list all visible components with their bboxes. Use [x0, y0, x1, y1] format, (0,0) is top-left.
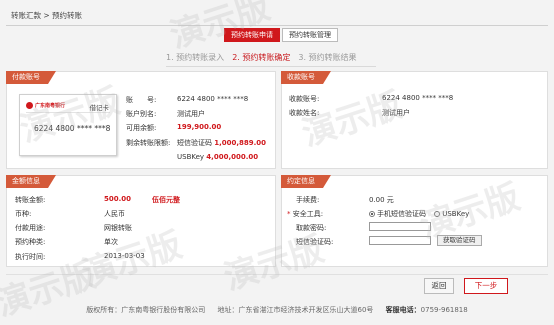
exec-time-label: 执行时间:	[15, 253, 46, 261]
method-label: 付款用途:	[15, 224, 46, 232]
payer-limit-label: 剩余转账限额:	[126, 139, 171, 147]
currency-value: 人民币	[104, 210, 125, 218]
bank-logo: 广东南粤银行	[26, 101, 82, 110]
card-number: 6224 4800 **** ***8	[34, 124, 111, 133]
payee-account-value: 6224 4800 **** ***8	[382, 94, 454, 102]
type-label: 预约种类:	[15, 238, 46, 246]
payer-balance-value: 199,900.00	[177, 123, 222, 131]
required-asterisk: *	[287, 210, 291, 218]
sms-code-label: 短信验证码:	[296, 238, 334, 246]
payer-balance-label: 可用余额:	[126, 124, 157, 132]
exec-time-value: 2013-03-03	[104, 252, 145, 260]
fee-label: 手续费:	[296, 196, 320, 204]
transfer-amount-label: 转账金额:	[15, 196, 46, 204]
limit-usbkey-label: USBKey	[177, 153, 205, 161]
payee-name-label: 收款姓名:	[289, 109, 320, 117]
step-1: 1. 预约转账录入	[166, 53, 225, 62]
bank-card: 广东南粤银行 借记卡 6224 4800 **** ***8	[19, 94, 117, 156]
step-indicator: 1. 预约转账录入 2. 预约转账确定 3. 预约转账结果	[166, 52, 365, 63]
tool-option-sms-label: 手机短信验证码	[377, 210, 426, 218]
currency-label: 币种:	[15, 210, 32, 218]
password-input[interactable]	[369, 222, 431, 231]
payee-panel: 收款账号 收款账号: 6224 4800 **** ***8 收款姓名: 测试用…	[281, 71, 548, 169]
bank-logo-name: 广东南粤银行	[35, 103, 66, 109]
amount-panel-title: 金额信息	[6, 175, 56, 188]
bank-logo-icon	[26, 102, 33, 109]
footer-hotline-label: 客服电话：	[385, 306, 421, 314]
card-divider	[26, 112, 110, 113]
type-value: 单次	[104, 238, 118, 246]
tab-manage[interactable]: 预约转账管理	[282, 28, 338, 42]
get-sms-code-button[interactable]: 获取验证码	[437, 235, 482, 246]
radio-selected-icon[interactable]	[369, 211, 375, 217]
footer: 版权所有：广东南粤银行股份有限公司 地址：广东省湛江市经济技术开发区乐山大道60…	[0, 305, 554, 315]
payee-name-value: 测试用户	[382, 109, 410, 117]
actions-divider	[6, 274, 548, 275]
payer-account-value: 6224 4800 **** ***8	[177, 95, 249, 103]
payer-panel: 付款账号 广东南粤银行 借记卡 6224 4800 **** ***8 账 号:…	[6, 71, 276, 169]
next-button[interactable]: 下一步	[464, 278, 508, 294]
tab-apply[interactable]: 预约转账申请	[224, 28, 280, 42]
limit-sms-value: 1,000,889.00	[214, 139, 267, 147]
limit-usbkey-value: 4,000,000.00	[206, 153, 259, 161]
tool-option-usbkey-label: USBKey	[442, 210, 470, 218]
payee-account-label: 收款账号:	[289, 95, 320, 103]
steps-divider	[166, 66, 376, 67]
footer-address: 地址：广东省湛江市经济技术开发区乐山大道60号	[217, 306, 374, 314]
password-label: 取款密码:	[296, 224, 327, 232]
tool-option-sms[interactable]: 手机短信验证码	[369, 210, 428, 218]
tab-bar: 预约转账申请 预约转账管理	[224, 28, 340, 42]
limit-sms-label: 短信验证码	[177, 139, 212, 147]
back-button[interactable]: 返回	[424, 278, 454, 294]
top-divider	[6, 25, 548, 26]
transfer-amount-value: 500.00	[104, 195, 132, 203]
verify-panel: 约定信息 手续费: 0.00 元 * 安全工具: 手机短信验证码 USBKey …	[281, 175, 548, 267]
radio-icon[interactable]	[434, 211, 441, 217]
transfer-amount-caps: 伍佰元整	[152, 196, 180, 204]
verify-panel-title: 约定信息	[281, 175, 331, 188]
sms-code-input[interactable]	[369, 236, 431, 245]
payee-panel-title: 收款账号	[281, 71, 331, 84]
payer-alias-value: 测试用户	[177, 110, 205, 118]
footer-hotline-value: 0759-961818	[420, 306, 468, 314]
step-3: 3. 预约转账结果	[298, 53, 357, 62]
step-2: 2. 预约转账确定	[232, 53, 291, 62]
fee-value: 0.00 元	[369, 196, 394, 204]
card-type: 借记卡	[89, 104, 110, 112]
payer-panel-title: 付款账号	[6, 71, 56, 84]
payer-account-label: 账 号:	[126, 96, 157, 104]
breadcrumb: 转账汇款 > 预约转账	[11, 11, 83, 20]
amount-panel: 金额信息 转账金额: 500.00 伍佰元整 币种: 人民币 付款用途: 网银转…	[6, 175, 276, 267]
tool-label: 安全工具:	[292, 210, 324, 218]
footer-copyright: 版权所有：广东南粤银行股份有限公司	[86, 306, 206, 314]
tool-option-usbkey[interactable]: USBKey	[434, 210, 469, 218]
method-value: 网银转账	[104, 224, 132, 232]
payer-alias-label: 账户别名:	[126, 110, 157, 118]
